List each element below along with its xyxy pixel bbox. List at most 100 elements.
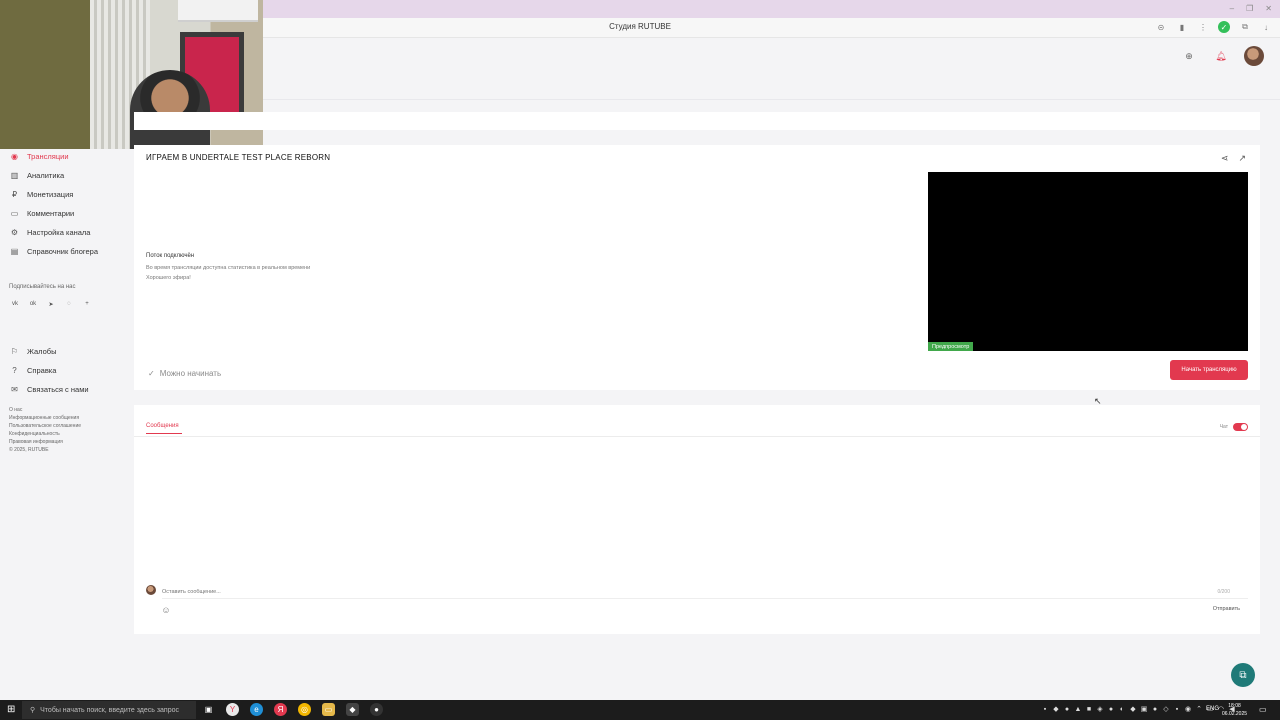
tray-app-icon[interactable]: ◆ <box>1052 704 1060 714</box>
taskbar-apps: ▣ Y e Я ◎ ▭ ◆ ● <box>202 703 383 716</box>
tray-app-icon[interactable]: ◐ <box>1118 704 1126 714</box>
message-input[interactable] <box>162 585 1248 599</box>
incognito-icon[interactable]: ⊝ <box>1155 21 1167 33</box>
obs-icon[interactable]: ● <box>370 703 383 716</box>
send-button[interactable]: Отправить <box>1213 606 1240 612</box>
chat-user-avatar <box>146 585 156 595</box>
stream-status-line: Хорошего эфира! <box>146 275 191 281</box>
notification-bell-icon[interactable]: 🔔︎ <box>1212 47 1230 65</box>
more-icon[interactable]: + <box>83 300 91 308</box>
sidebar-item-complaints[interactable]: ⚐ Жалобы <box>10 344 57 358</box>
sidebar-item-monetization[interactable]: ₽ Монетизация <box>10 187 73 201</box>
app-icon[interactable]: ◆ <box>346 703 359 716</box>
bookmark-icon[interactable]: ▮ <box>1176 21 1188 33</box>
flag-icon: ⚐ <box>10 346 19 356</box>
telegram-icon[interactable]: ➤ <box>47 300 55 308</box>
close-button[interactable]: ✕ <box>1265 4 1272 13</box>
sidebar-item-broadcasts[interactable]: ◉ Трансляции <box>10 149 69 163</box>
edge-icon[interactable]: e <box>250 703 263 716</box>
shield-check-icon[interactable]: ✓ <box>1218 21 1230 33</box>
stream-status-line: Во время трансляции доступна статистика … <box>146 265 311 271</box>
ok-icon[interactable]: ok <box>29 300 37 308</box>
windows-start-icon[interactable]: ⊞ <box>7 705 17 715</box>
ready-status: ✓ Можно начинать <box>148 369 221 378</box>
money-icon: ₽ <box>11 189 18 199</box>
open-external-icon[interactable]: ↗ <box>1238 153 1246 164</box>
analytics-icon: ▥ <box>10 170 19 180</box>
maximize-button[interactable]: ❐ <box>1246 4 1253 13</box>
sidebar-item-help[interactable]: ? Справка <box>10 363 56 377</box>
browser-toolbar-icons: ⊝ ▮ ⋮ ✓ ⧉ ↓ <box>1155 21 1272 33</box>
sidebar-item-label: Монетизация <box>27 189 74 199</box>
stream-preview[interactable]: Предпросмотр <box>928 172 1248 351</box>
sidebar-item-analytics[interactable]: ▥ Аналитика <box>10 168 64 182</box>
ready-label: Можно начинать <box>159 369 222 378</box>
add-video-icon[interactable]: ⊕ <box>1180 47 1198 65</box>
stream-status-text: Во время трансляции доступна статистика … <box>146 263 310 283</box>
vk-icon[interactable]: vk <box>11 300 19 308</box>
tray-app-icon[interactable]: ▪ <box>1173 704 1181 714</box>
notifications-icon[interactable]: ▭ <box>1259 705 1267 714</box>
extensions-icon[interactable]: ⧉ <box>1239 21 1251 33</box>
yandex-browser-icon[interactable]: Я <box>274 703 287 716</box>
tab-messages[interactable]: Сообщения <box>146 423 179 429</box>
tray-app-icon[interactable]: ● <box>1063 704 1071 714</box>
footer-link-legal[interactable]: Правовая информация <box>9 438 81 446</box>
start-broadcast-button[interactable]: Начать трансляцию <box>1170 360 1248 380</box>
tray-app-icon[interactable]: ◇ <box>1162 704 1170 714</box>
search-icon: ⚲ <box>30 707 36 714</box>
sidebar-item-blogger-guide[interactable]: ▤ Справочник блогера <box>10 244 98 258</box>
sidebar-item-contact[interactable]: ✉ Связаться с нами <box>10 382 89 396</box>
tray-app-icon[interactable]: ◉ <box>1184 704 1192 714</box>
windows-taskbar: ⊞ ⚲ Чтобы начать поиск, введите здесь за… <box>0 700 1280 720</box>
yandex-icon[interactable]: Y <box>226 703 239 716</box>
minimize-button[interactable]: – <box>1230 4 1234 13</box>
tray-app-icon[interactable]: ■ <box>1085 704 1093 714</box>
download-icon[interactable]: ↓ <box>1260 21 1272 33</box>
taskbar-clock[interactable]: 18:08 06.02.2025 <box>1222 702 1247 718</box>
clock-date: 06.02.2025 <box>1222 711 1248 717</box>
tray-app-icon[interactable]: ▣ <box>1140 704 1148 714</box>
footer-link-info[interactable]: Информационные сообщения <box>9 414 81 422</box>
tray-app-icon[interactable]: ● <box>1151 704 1159 714</box>
chrome-icon[interactable]: ◎ <box>298 703 311 716</box>
settings-icon: ⚙ <box>10 227 19 237</box>
explorer-icon[interactable]: ▭ <box>322 703 335 716</box>
sidebar-item-label: Связаться с нами <box>27 384 89 394</box>
tray-app-icon[interactable]: ● <box>1107 704 1115 714</box>
menu-dots-icon[interactable]: ⋮ <box>1197 21 1209 33</box>
chat-card: Сообщения Чат 0/200 ☺ Отправить <box>134 405 1260 634</box>
language-indicator[interactable]: ENG <box>1206 706 1219 712</box>
footer-link-privacy[interactable]: Конфиденциальность <box>9 430 81 438</box>
viber-icon[interactable]: ◌ <box>65 300 73 308</box>
up-arrow-icon[interactable]: ⌃ <box>1195 704 1203 714</box>
chat-toggle-group: Чат <box>1220 423 1248 431</box>
stream-card: ИГРАЕМ В UNDERTALE TEST PLACE REBORN ⋖ ↗… <box>134 145 1260 390</box>
sidebar-item-label: Жалобы <box>27 346 57 356</box>
top-strip <box>134 112 1260 130</box>
share-icon[interactable]: ⋖ <box>1221 153 1229 164</box>
footer-copyright: © 2025, RUTUBE <box>9 447 49 453</box>
tray-app-icon[interactable]: ▲ <box>1074 704 1082 714</box>
webcam-air-conditioner <box>178 0 258 22</box>
tray-app-icon[interactable]: ◈ <box>1096 704 1104 714</box>
emoji-icon[interactable]: ☺ <box>161 605 171 615</box>
sidebar-item-comments[interactable]: ▭ Комментарии <box>10 206 75 220</box>
task-view-icon[interactable]: ▣ <box>202 703 215 716</box>
footer-links: О нас Информационные сообщения Пользоват… <box>9 406 81 454</box>
sidebar-item-label: Комментарии <box>27 208 75 218</box>
tray-app-icon[interactable]: ◆ <box>1129 704 1137 714</box>
support-chat-button[interactable]: ⧉ <box>1231 663 1255 687</box>
book-icon: ▤ <box>10 246 19 256</box>
footer-link-about[interactable]: О нас <box>9 406 81 414</box>
broadcast-icon: ◉ <box>11 151 18 161</box>
sidebar-item-channel-settings[interactable]: ⚙ Настройка канала <box>10 225 91 239</box>
window-controls: – ❐ ✕ <box>1230 4 1272 13</box>
taskbar-search[interactable]: ⚲ Чтобы начать поиск, введите здесь запр… <box>22 701 196 719</box>
chat-toggle[interactable] <box>1233 423 1248 431</box>
user-avatar[interactable] <box>1244 46 1264 66</box>
mail-icon: ✉ <box>11 384 18 394</box>
tray-app-icon[interactable]: ▪ <box>1041 704 1049 714</box>
sidebar: ◉ Трансляции ▥ Аналитика ₽ Монетизация ▭… <box>0 149 134 669</box>
footer-link-agreement[interactable]: Пользовательское соглашение <box>9 422 81 430</box>
